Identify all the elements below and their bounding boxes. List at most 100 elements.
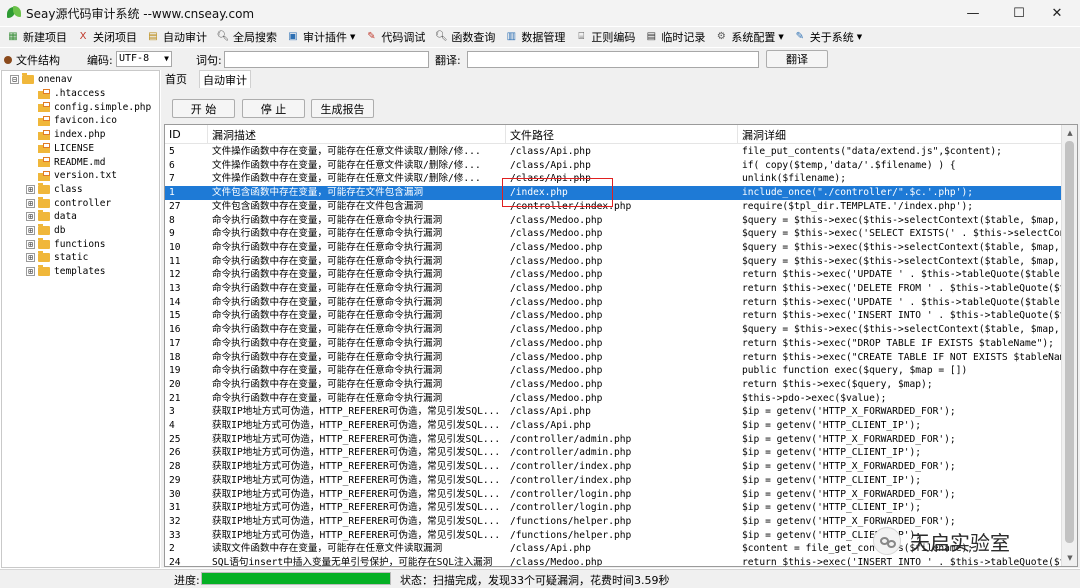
encoding-select[interactable]: UTF-8 ▼ — [116, 51, 172, 67]
table-row[interactable]: 25 获取IP地址方式可伪造，HTTP_REFERER可伪造，常见引发SQL...… — [165, 433, 1062, 447]
tree-node[interactable]: ⊞ data — [26, 210, 77, 224]
vertical-scrollbar[interactable]: ▲ ▼ — [1061, 125, 1077, 566]
table-row[interactable]: 9 命令执行函数中存在变量，可能存在任意命令执行漏洞/class/Medoo.ph… — [165, 227, 1062, 241]
toolbar-item-function-query[interactable]: 🔍︎ 函数查询 — [434, 28, 495, 46]
table-row[interactable]: 30 获取IP地址方式可伪造，HTTP_REFERER可伪造，常见引发SQL...… — [165, 488, 1062, 502]
table-row[interactable]: 31 获取IP地址方式可伪造，HTTP_REFERER可伪造，常见引发SQL...… — [165, 501, 1062, 515]
cell-detail: $ip = getenv('HTTP_X_FORWARDED_FOR'); — [742, 515, 956, 527]
column-header-id[interactable]: ID — [165, 125, 208, 144]
tree-node[interactable]: index.php — [26, 128, 105, 142]
minimize-button[interactable]: — — [950, 0, 996, 26]
column-header-detail[interactable]: 漏洞详细 — [738, 125, 1062, 144]
toolbar-item-regex[interactable]: ⌸ 正则编码 — [574, 28, 635, 46]
tree-node[interactable]: ⊞ templates — [26, 265, 105, 279]
table-row[interactable]: 6 文件操作函数中存在变量，可能存在任意文件读取/删除/修... /class/Ap… — [165, 159, 1062, 173]
word-input[interactable] — [224, 51, 429, 68]
table-row[interactable]: 21 命令执行函数中存在变量，可能存在任意命令执行漏洞/class/Medoo.p… — [165, 392, 1062, 406]
chevron-down-icon[interactable]: ▼ — [857, 33, 862, 41]
cell-detail: return $this->exec("DROP TABLE IF EXISTS… — [742, 337, 1054, 349]
translate-button[interactable]: 翻译 — [766, 50, 828, 68]
tree-node[interactable]: LICENSE — [26, 142, 94, 156]
expand-icon[interactable]: ⊞ — [26, 239, 35, 249]
cell-id: 27 — [169, 200, 181, 212]
tree-node[interactable]: ⊞ class — [26, 182, 83, 197]
table-row[interactable]: 3 获取IP地址方式可伪造，HTTP_REFERER可伪造，常见引发SQL... /… — [165, 405, 1062, 419]
toolbar-item-auto-audit[interactable]: ▤ 自动审计 — [146, 28, 207, 46]
table-row[interactable]: 8 命令执行函数中存在变量，可能存在任意命令执行漏洞/class/Medoo.ph… — [165, 214, 1062, 228]
close-window-button[interactable]: ✕ — [1034, 0, 1080, 26]
table-row[interactable]: 24 SQL语句insert中插入变量无单引号保护，可能存在SQL注入漏洞/cla… — [165, 556, 1062, 566]
toolbar-item-data-manage[interactable]: ▥ 数据管理 — [504, 28, 566, 46]
cell-detail: $this->pdo->exec($value); — [742, 392, 887, 404]
translate-input[interactable] — [467, 51, 759, 68]
cell-detail: file_put_contents("data/extend.js",$cont… — [742, 146, 1002, 157]
tree-node[interactable]: config.simple.php — [26, 100, 151, 114]
cell-filepath: /class/Api.php — [510, 420, 591, 431]
table-row[interactable]: 12 命令执行函数中存在变量，可能存在任意命令执行漏洞/class/Medoo.p… — [165, 268, 1062, 282]
start-button[interactable]: 开 始 — [172, 99, 235, 118]
table-row[interactable]: 13 命令执行函数中存在变量，可能存在任意命令执行漏洞/class/Medoo.p… — [165, 282, 1062, 296]
table-row[interactable]: 10 命令执行函数中存在变量，可能存在任意命令执行漏洞/class/Medoo.p… — [165, 241, 1062, 255]
tree-node[interactable]: ⊞ db — [26, 224, 65, 238]
cell-filepath: /functions/helper.php — [510, 529, 632, 541]
table-row[interactable]: 15 命令执行函数中存在变量，可能存在任意命令执行漏洞/class/Medoo.p… — [165, 309, 1062, 323]
table-row[interactable]: 19 命令执行函数中存在变量，可能存在任意命令执行漏洞/class/Medoo.p… — [165, 364, 1062, 378]
collapse-icon[interactable]: ⊟ — [10, 75, 19, 85]
toolbar-item-gear[interactable]: ⚙ 系统配置 ▼ — [714, 28, 784, 46]
toolbar-item-new-project[interactable]: ▦ 新建项目 — [6, 28, 67, 46]
scroll-up-icon[interactable]: ▲ — [1062, 125, 1077, 141]
chevron-down-icon[interactable]: ▼ — [778, 33, 783, 41]
tree-node[interactable]: ⊞ controller — [26, 196, 111, 210]
toolbar-item-about[interactable]: ✎ 关于系统 ▼ — [793, 28, 863, 46]
table-row[interactable]: 14 命令执行函数中存在变量，可能存在任意命令执行漏洞/class/Medoo.p… — [165, 296, 1062, 310]
folder-icon — [38, 265, 50, 277]
tab-auto-audit[interactable]: 自动审计 — [199, 70, 251, 88]
table-row[interactable]: 11 命令执行函数中存在变量，可能存在任意命令执行漏洞/class/Medoo.p… — [165, 255, 1062, 269]
column-header-description[interactable]: 漏洞描述 — [208, 125, 506, 144]
table-row[interactable]: 4 获取IP地址方式可伪造，HTTP_REFERER可伪造，常见引发SQL... /… — [165, 419, 1062, 433]
table-row[interactable]: 27 文件包含函数中存在变量，可能存在文件包含漏洞/controller/inde… — [165, 200, 1062, 214]
toolbar-item-search[interactable]: 🔍︎ 全局搜索 — [216, 28, 277, 46]
toolbar-item-debug[interactable]: ✎ 代码调试 — [364, 28, 425, 46]
file-tree[interactable]: ⊟ onenav .htaccess config.simple.php favicon… — [1, 70, 160, 568]
toolbar-item-plugin[interactable]: ▣ 审计插件 ▼ — [286, 28, 355, 46]
table-row[interactable]: 26 获取IP地址方式可伪造，HTTP_REFERER可伪造，常见引发SQL...… — [165, 446, 1062, 460]
table-row[interactable]: 28 获取IP地址方式可伪造，HTTP_REFERER可伪造，常见引发SQL...… — [165, 460, 1062, 474]
cell-id: 5 — [169, 146, 175, 157]
toolbar-item-note[interactable]: ▤ 临时记录 — [644, 28, 706, 46]
tree-node[interactable]: favicon.ico — [26, 114, 117, 128]
table-row[interactable]: 29 获取IP地址方式可伪造，HTTP_REFERER可伪造，常见引发SQL...… — [165, 474, 1062, 488]
toolbar-item-close-project[interactable]: X 关闭项目 — [76, 28, 137, 46]
tree-node[interactable]: ⊟ onenav — [10, 73, 72, 87]
table-row[interactable]: 16 命令执行函数中存在变量，可能存在任意命令执行漏洞/class/Medoo.p… — [165, 323, 1062, 337]
generate-report-button[interactable]: 生成报告 — [311, 99, 374, 118]
scroll-down-icon[interactable]: ▼ — [1062, 550, 1077, 566]
tree-node[interactable]: .htaccess — [26, 87, 105, 101]
table-row[interactable]: 17 命令执行函数中存在变量，可能存在任意命令执行漏洞/class/Medoo.p… — [165, 337, 1062, 351]
cell-filepath: /index.php — [510, 187, 568, 199]
tree-node-label: favicon.ico — [54, 115, 117, 127]
table-row[interactable]: 7 文件操作函数中存在变量，可能存在任意文件读取/删除/修... /class/Ap… — [165, 172, 1062, 186]
expand-icon[interactable]: ⊞ — [26, 226, 35, 236]
tab-home[interactable]: 首页 — [161, 70, 191, 88]
tree-node[interactable]: ⊞ functions — [26, 237, 105, 251]
tree-node[interactable]: ⊞ static — [26, 251, 88, 265]
cell-id: 15 — [169, 310, 181, 322]
chevron-down-icon[interactable]: ▼ — [350, 33, 355, 41]
stop-button[interactable]: 停 止 — [242, 99, 305, 118]
expand-icon[interactable]: ⊞ — [26, 253, 35, 263]
table-row[interactable]: 1 文件包含函数中存在变量，可能存在文件包含漏洞/index.php include… — [165, 186, 1062, 200]
tree-node[interactable]: version.txt — [26, 169, 117, 183]
tree-node[interactable]: README.md — [26, 155, 105, 169]
table-row[interactable]: 20 命令执行函数中存在变量，可能存在任意命令执行漏洞/class/Medoo.p… — [165, 378, 1062, 392]
table-row[interactable]: 5 文件操作函数中存在变量，可能存在任意文件读取/删除/修... /class/Ap… — [165, 145, 1062, 159]
expand-icon[interactable]: ⊞ — [26, 212, 35, 222]
expand-icon[interactable]: ⊞ — [26, 184, 35, 194]
expand-icon[interactable]: ⊞ — [26, 198, 35, 208]
scrollbar-thumb[interactable] — [1065, 141, 1074, 543]
column-header-filepath[interactable]: 文件路径 — [506, 125, 738, 144]
table-row[interactable]: 18 命令执行函数中存在变量，可能存在任意命令执行漏洞/class/Medoo.p… — [165, 351, 1062, 365]
cell-id: 16 — [169, 324, 181, 336]
expand-icon[interactable]: ⊞ — [26, 267, 35, 277]
cell-filepath: /class/Medoo.php — [510, 378, 603, 390]
